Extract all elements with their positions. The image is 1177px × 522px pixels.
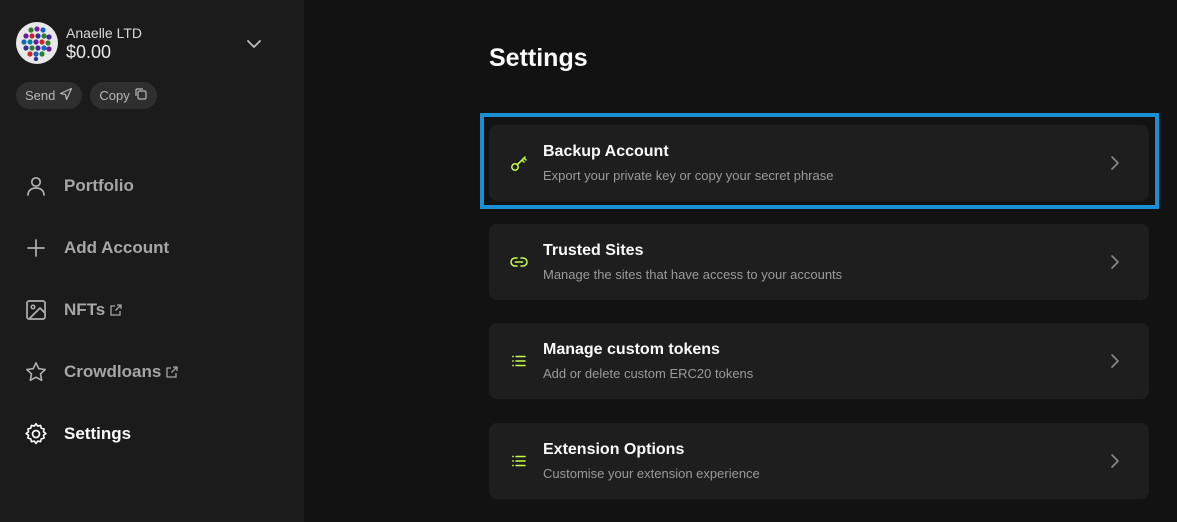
card-subtitle: Manage the sites that have access to you… <box>543 267 843 282</box>
external-link-icon <box>109 303 123 317</box>
sidebar-item-label: NFTs <box>64 300 106 319</box>
card-title: Backup Account <box>543 143 669 160</box>
list-icon <box>509 451 529 471</box>
sidebar-item-add-account[interactable]: Add Account <box>22 230 179 266</box>
chevron-right-icon <box>1105 153 1125 173</box>
chevron-right-icon <box>1105 252 1125 272</box>
gear-icon <box>22 420 50 448</box>
plus-icon <box>22 234 50 262</box>
key-icon <box>509 153 529 173</box>
sidebar-item-label: Crowdloans <box>64 362 162 381</box>
account-balance: $0.00 <box>66 42 112 62</box>
trusted-sites-card[interactable]: Trusted Sites Manage the sites that have… <box>489 224 1149 300</box>
sidebar-nav: Portfolio Add Account NFTs Crowdloans Se… <box>22 168 179 478</box>
card-subtitle: Customise your extension experience <box>543 466 760 481</box>
page-title: Settings <box>489 44 588 72</box>
chevron-right-icon <box>1105 351 1125 371</box>
copy-label: Copy <box>99 88 130 103</box>
sidebar-item-portfolio[interactable]: Portfolio <box>22 168 179 204</box>
backup-account-card[interactable]: Backup Account Export your private key o… <box>489 125 1149 201</box>
card-title: Trusted Sites <box>543 242 644 259</box>
image-icon <box>22 296 50 324</box>
sidebar-item-label: Add Account <box>64 238 170 257</box>
user-icon <box>22 172 50 200</box>
sidebar-item-label: Settings <box>64 424 132 443</box>
send-icon <box>59 87 73 104</box>
extension-options-card[interactable]: Extension Options Customise your extensi… <box>489 423 1149 499</box>
manage-custom-tokens-card[interactable]: Manage custom tokens Add or delete custo… <box>489 323 1149 399</box>
avatar <box>16 22 58 64</box>
send-label: Send <box>25 88 56 103</box>
chevron-down-icon[interactable] <box>244 34 264 54</box>
sidebar-item-settings[interactable]: Settings <box>22 416 179 452</box>
list-icon <box>509 351 529 371</box>
send-button[interactable]: Send <box>16 82 83 109</box>
sidebar: Anaelle LTD $0.00 Send Copy Portfolio Ad… <box>0 0 304 522</box>
account-name: Anaelle LTD <box>66 25 143 41</box>
card-subtitle: Export your private key or copy your sec… <box>543 168 834 183</box>
sidebar-item-nfts[interactable]: NFTs <box>22 292 179 328</box>
copy-button[interactable]: Copy <box>90 82 157 109</box>
link-icon <box>509 252 529 272</box>
card-subtitle: Add or delete custom ERC20 tokens <box>543 366 754 381</box>
sidebar-item-label: Portfolio <box>64 176 134 195</box>
sidebar-item-crowdloans[interactable]: Crowdloans <box>22 354 179 390</box>
account-header[interactable]: Anaelle LTD $0.00 <box>16 22 142 64</box>
copy-icon <box>134 87 148 104</box>
main-content: Settings Backup Account Export your priv… <box>304 0 1177 522</box>
star-icon <box>22 358 50 386</box>
card-title: Extension Options <box>543 441 685 458</box>
chevron-right-icon <box>1105 451 1125 471</box>
external-link-icon <box>165 365 179 379</box>
card-title: Manage custom tokens <box>543 341 720 358</box>
